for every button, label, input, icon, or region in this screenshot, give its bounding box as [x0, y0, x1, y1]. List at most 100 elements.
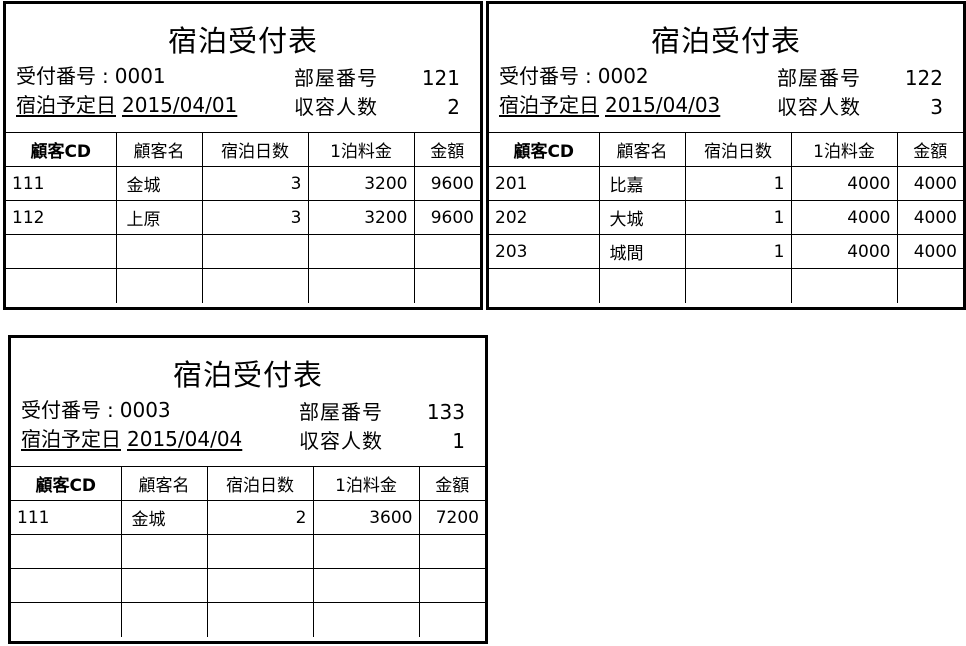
cell-rate: 3200 — [307, 166, 415, 201]
room-info: 部屋番号 121 収容人数 2 — [294, 64, 464, 122]
column-header-rate: 1泊料金 — [312, 466, 420, 501]
stay-date-line: 宿泊予定日 2015/04/04 — [21, 425, 242, 454]
guest-count-label: 収容人数 — [294, 95, 378, 119]
cell-nights — [201, 268, 309, 303]
table-header-row: 顧客CD 顧客名 宿泊日数 1泊料金 金額 — [489, 132, 963, 167]
stay-date-label: 宿泊予定日 — [21, 427, 121, 451]
cell-customer-name — [598, 268, 686, 303]
column-header-customer-name: 顧客名 — [598, 132, 686, 167]
table-row — [6, 234, 480, 269]
cell-nights: 3 — [201, 200, 309, 235]
guest-count-value: 1 — [452, 429, 465, 453]
column-header-nights: 宿泊日数 — [206, 466, 314, 501]
cell-amount — [413, 234, 480, 269]
cell-amount: 9600 — [413, 166, 480, 201]
table-row — [11, 602, 485, 637]
guest-count-value: 2 — [447, 95, 460, 119]
room-info: 部屋番号 122 収容人数 3 — [777, 64, 947, 122]
stay-date-value: 2015/04/03 — [605, 93, 721, 117]
cell-amount — [896, 268, 963, 303]
stay-date-line: 宿泊予定日 2015/04/03 — [499, 91, 720, 120]
cell-customer-cd: 111 — [6, 166, 117, 201]
card-title: 宿泊受付表 — [172, 358, 323, 392]
receipt-info: 受付番号:0003 宿泊予定日 2015/04/04 — [21, 396, 242, 454]
table-row: 201 比嘉 1 4000 4000 — [489, 166, 963, 201]
column-header-customer-cd: 顧客CD — [11, 466, 122, 501]
cell-customer-name — [115, 234, 203, 269]
cell-customer-name: 比嘉 — [598, 166, 686, 201]
column-header-customer-name: 顧客名 — [120, 466, 208, 501]
cell-rate: 4000 — [790, 200, 898, 235]
room-number-value: 122 — [904, 66, 943, 90]
guest-count-line: 収容人数 2 — [294, 93, 464, 122]
cell-rate — [312, 568, 420, 603]
table-row: 203 城間 1 4000 4000 — [489, 234, 963, 269]
column-header-amount: 金額 — [413, 132, 480, 167]
reservation-card: 宿泊受付表 受付番号:0001 宿泊予定日 2015/04/01 部屋番号 121 … — [3, 1, 483, 310]
table-row: 111 金城 3 3200 9600 — [6, 166, 480, 201]
room-number-label: 部屋番号 — [777, 66, 861, 90]
guest-table: 顧客CD 顧客名 宿泊日数 1泊料金 金額 201 比嘉 1 4000 4000… — [489, 132, 963, 303]
cell-customer-name — [120, 602, 208, 637]
cell-nights — [206, 602, 314, 637]
cell-customer-cd: 202 — [489, 200, 600, 235]
column-header-customer-name: 顧客名 — [115, 132, 203, 167]
table-row — [489, 268, 963, 303]
cell-nights — [684, 268, 792, 303]
room-number-line: 部屋番号 121 — [294, 64, 464, 93]
column-header-nights: 宿泊日数 — [201, 132, 309, 167]
stay-date-label: 宿泊予定日 — [16, 93, 116, 117]
stay-date-label: 宿泊予定日 — [499, 93, 599, 117]
cell-nights: 1 — [684, 200, 792, 235]
table-header-row: 顧客CD 顧客名 宿泊日数 1泊料金 金額 — [6, 132, 480, 167]
receipt-number-value: 0003 — [119, 398, 171, 422]
room-info: 部屋番号 133 収容人数 1 — [299, 398, 469, 456]
receipt-number-label: 受付番号 — [21, 398, 101, 422]
card-title: 宿泊受付表 — [167, 24, 318, 58]
column-header-nights: 宿泊日数 — [684, 132, 792, 167]
cell-customer-cd — [6, 234, 117, 269]
cell-rate: 3200 — [307, 200, 415, 235]
cell-rate — [307, 234, 415, 269]
table-row — [11, 568, 485, 603]
receipt-number-line: 受付番号:0002 — [499, 62, 720, 91]
cell-rate: 4000 — [790, 234, 898, 269]
cell-nights: 2 — [206, 500, 314, 535]
cell-customer-cd: 201 — [489, 166, 600, 201]
column-header-amount: 金額 — [896, 132, 963, 167]
receipt-info: 受付番号:0002 宿泊予定日 2015/04/03 — [499, 62, 720, 120]
cell-rate — [307, 268, 415, 303]
guest-count-value: 3 — [930, 95, 943, 119]
cell-customer-cd: 203 — [489, 234, 600, 269]
stay-date-value: 2015/04/04 — [127, 427, 243, 451]
column-header-customer-cd: 顧客CD — [6, 132, 117, 167]
cell-customer-cd — [11, 602, 122, 637]
cell-amount: 4000 — [896, 234, 963, 269]
reservation-card: 宿泊受付表 受付番号:0003 宿泊予定日 2015/04/04 部屋番号 133 … — [8, 335, 488, 644]
cell-amount: 9600 — [413, 200, 480, 235]
table-row: 202 大城 1 4000 4000 — [489, 200, 963, 235]
cell-customer-name — [120, 568, 208, 603]
cell-rate — [790, 268, 898, 303]
table-row: 112 上原 3 3200 9600 — [6, 200, 480, 235]
cell-customer-name: 上原 — [115, 200, 203, 235]
cell-nights: 1 — [684, 166, 792, 201]
cell-customer-cd — [11, 568, 122, 603]
cell-amount: 4000 — [896, 166, 963, 201]
cell-customer-name: 金城 — [120, 500, 208, 535]
cell-nights: 3 — [201, 166, 309, 201]
stay-date-value: 2015/04/01 — [122, 93, 238, 117]
column-header-customer-cd: 顧客CD — [489, 132, 600, 167]
cell-nights — [206, 568, 314, 603]
receipt-number-value: 0001 — [114, 64, 166, 88]
reservation-card: 宿泊受付表 受付番号:0002 宿泊予定日 2015/04/03 部屋番号 122 … — [486, 1, 966, 310]
cell-amount — [418, 602, 485, 637]
guest-table: 顧客CD 顧客名 宿泊日数 1泊料金 金額 111 金城 2 3600 7200 — [11, 466, 485, 637]
colon-separator: : — [585, 64, 592, 88]
cell-customer-name: 大城 — [598, 200, 686, 235]
room-number-line: 部屋番号 133 — [299, 398, 469, 427]
room-number-line: 部屋番号 122 — [777, 64, 947, 93]
colon-separator: : — [107, 398, 114, 422]
cell-nights — [201, 234, 309, 269]
table-header-row: 顧客CD 顧客名 宿泊日数 1泊料金 金額 — [11, 466, 485, 501]
